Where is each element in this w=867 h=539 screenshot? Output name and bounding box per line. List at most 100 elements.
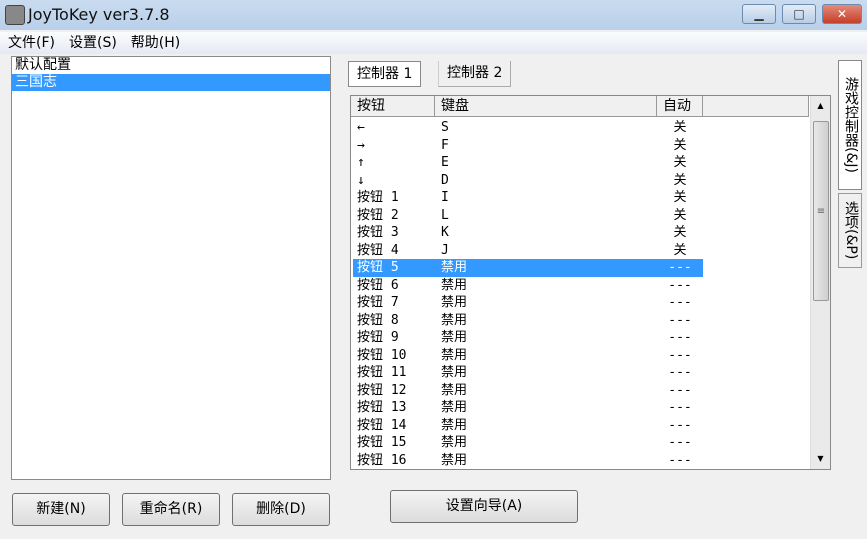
cell-auto: --- (668, 382, 692, 398)
cell-button: 按钮 11 (357, 365, 407, 380)
table-row[interactable]: 按钮 5 禁用 --- (353, 259, 703, 277)
cell-button: 按钮 12 (357, 382, 407, 398)
table-row[interactable]: 按钮 4 J 关 (353, 242, 703, 260)
cell-button: 按钮 14 (357, 417, 407, 433)
table-row[interactable]: ↓ D 关 (353, 172, 703, 190)
window-title: JoyToKey ver3.7.8 (28, 5, 170, 24)
setup-wizard-button[interactable]: 设置向导(A) (390, 490, 578, 523)
cell-button: 按钮 13 (357, 400, 407, 415)
table-row[interactable]: 按钮 1 I 关 (353, 189, 703, 207)
table-row[interactable]: 按钮 8 禁用 --- (353, 312, 703, 330)
cell-auto: 关 (673, 242, 687, 258)
table-row[interactable]: ↑ E 关 (353, 154, 703, 172)
table-row[interactable]: → F 关 (353, 137, 703, 155)
cell-key: 禁用 (441, 382, 468, 398)
column-header-empty (703, 96, 809, 116)
cell-button: 按钮 7 (357, 295, 399, 310)
cell-key: 禁用 (441, 312, 468, 328)
table-row[interactable]: 按钮 12 禁用 --- (353, 382, 703, 400)
cell-auto: --- (668, 260, 692, 275)
cell-key: E (441, 155, 449, 170)
tab-game-controller[interactable]: 游戏控制器(&J) (838, 60, 862, 190)
tab-controller-2[interactable]: 控制器 2 (438, 61, 512, 87)
cell-auto: --- (668, 417, 692, 433)
profile-item[interactable]: 默认配置 (12, 57, 330, 74)
app-window: JoyToKey ver3.7.8 ▁ □ ✕ 文件(F) 设置(S) 帮助(H… (0, 0, 867, 539)
scroll-thumb[interactable]: ≡ (813, 121, 829, 301)
profile-list[interactable]: 默认配置 三国志 (11, 56, 331, 480)
button-mapping-list[interactable]: 按钮 键盘 自动 ← S 关 → F 关 ↑ E 关 ↓ D 关按钮 1 I 关按钮 2 L 关按钮 3K关按… (350, 95, 831, 470)
table-row[interactable]: 按钮 9 禁用 --- (353, 329, 703, 347)
cell-auto: 关 (673, 190, 687, 205)
table-row[interactable]: 按钮 14 禁用 --- (353, 417, 703, 435)
delete-button[interactable]: 删除(D) (232, 493, 330, 526)
cell-button: 按钮 9 (357, 330, 399, 345)
cell-button: → (357, 137, 365, 153)
table-row[interactable]: ← S 关 (353, 119, 703, 137)
scroll-down-icon[interactable]: ▼ (811, 449, 830, 469)
rows: ← S 关 → F 关 ↑ E 关 ↓ D 关按钮 1 I 关按钮 2 L 关按钮 3 K 关按钮 4 J 关按钮 5… (353, 119, 703, 469)
cell-button: ↓ (357, 172, 365, 188)
table-row[interactable]: 按钮 10 禁用 --- (353, 347, 703, 365)
cell-key: D (441, 172, 449, 188)
table-row[interactable]: 按钮 6 禁用 --- (353, 277, 703, 295)
cell-auto: --- (668, 330, 692, 345)
table-row[interactable]: 按钮 15 禁用 --- (353, 434, 703, 452)
menu-settings[interactable]: 设置(S) (69, 32, 117, 54)
column-header-auto[interactable]: 自动 (657, 96, 703, 116)
menu-file[interactable]: 文件(F) (8, 32, 55, 54)
cell-key: F (441, 137, 449, 153)
profile-item[interactable]: 三国志 (12, 74, 330, 91)
cell-button: 按钮 8 (357, 312, 399, 328)
cell-key: 禁用 (441, 400, 468, 415)
rename-button[interactable]: 重命名(R) (122, 493, 220, 526)
joystick-icon (5, 5, 25, 25)
cell-key: 禁用 (441, 260, 468, 275)
cell-button: 按钮 3 (357, 225, 399, 240)
cell-auto: --- (668, 400, 692, 415)
cell-button: 按钮 10 (357, 347, 407, 363)
cell-button: ← (357, 120, 365, 135)
column-header-keyboard[interactable]: 键盘 (435, 96, 657, 116)
scroll-up-icon[interactable]: ▲ (811, 96, 830, 116)
cell-auto: --- (668, 312, 692, 328)
cell-auto: 关 (673, 120, 687, 135)
cell-auto: 关 (673, 155, 687, 170)
table-row[interactable]: 按钮 16 禁用 --- (353, 452, 703, 470)
table-row[interactable]: 按钮 13 禁用 --- (353, 399, 703, 417)
cell-auto: 关 (673, 137, 687, 153)
cell-key: L (441, 207, 449, 223)
cell-button: 按钮 2 (357, 207, 399, 223)
cell-button: 按钮 4 (357, 242, 399, 258)
cell-key: S (441, 120, 449, 135)
table-row[interactable]: 按钮 3 K 关 (353, 224, 703, 242)
cell-auto: --- (668, 295, 692, 310)
table-row[interactable]: 按钮 2 L 关 (353, 207, 703, 225)
cell-auto: --- (668, 347, 692, 363)
menu-help[interactable]: 帮助(H) (131, 32, 180, 54)
tab-options[interactable]: 选项(&P) (838, 193, 862, 268)
close-button[interactable]: ✕ (822, 4, 862, 24)
cell-key: J (441, 242, 449, 258)
cell-key: 禁用 (441, 435, 468, 450)
column-header-button[interactable]: 按钮 (351, 96, 435, 116)
cell-key: 禁用 (441, 347, 468, 363)
minimize-button[interactable]: ▁ (742, 4, 776, 24)
cell-button: 按钮 1 (357, 190, 399, 205)
cell-auto: --- (668, 277, 692, 293)
cell-auto: --- (668, 435, 692, 450)
cell-key: I (441, 190, 449, 205)
cell-key: 禁用 (441, 295, 468, 310)
table-row[interactable]: 按钮 7 禁用 --- (353, 294, 703, 312)
table-row[interactable]: 按钮 11 禁用 --- (353, 364, 703, 382)
menu-bar: 文件(F) 设置(S) 帮助(H) (0, 32, 867, 54)
cell-button: 按钮 5 (357, 260, 399, 275)
cell-key: 禁用 (441, 330, 468, 345)
vertical-scrollbar[interactable]: ▲ ≡ ▼ (810, 96, 830, 469)
tab-controller-1[interactable]: 控制器 1 (348, 61, 422, 87)
maximize-button[interactable]: □ (782, 4, 816, 24)
cell-auto: 关 (673, 172, 687, 188)
cell-auto: --- (668, 452, 692, 468)
cell-key: 禁用 (441, 277, 468, 293)
new-button[interactable]: 新建(N) (12, 493, 110, 526)
